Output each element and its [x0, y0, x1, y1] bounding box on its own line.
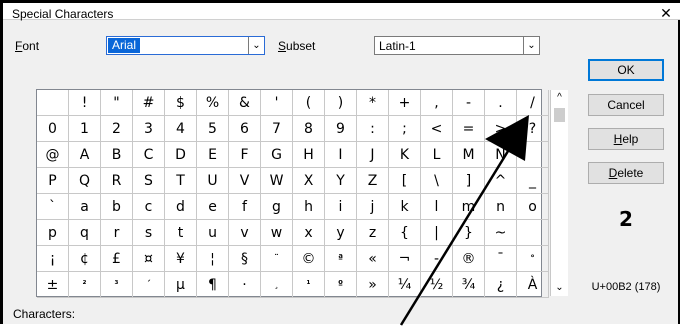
- special-characters-dialog: Special Characters ✕ Font Arial ⌄ Subset…: [0, 0, 680, 326]
- annotation-arrow-icon: [399, 115, 529, 326]
